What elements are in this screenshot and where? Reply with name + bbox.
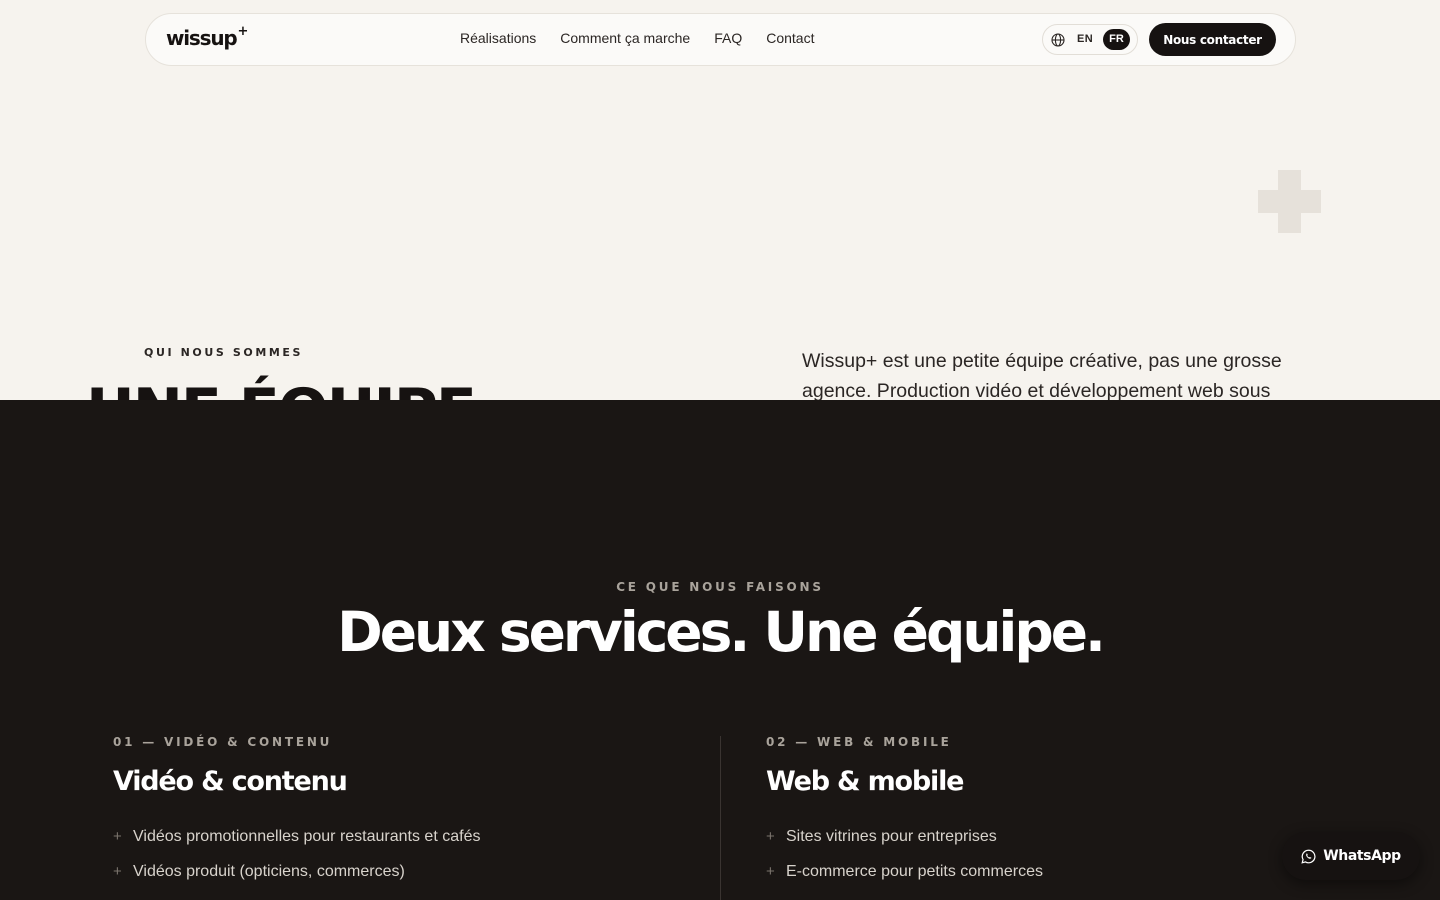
- nav-links: Réalisations Comment ça marche FAQ Conta…: [460, 30, 838, 46]
- services-title: Deux services. Une équipe.: [337, 600, 1106, 664]
- list-item: + Sites vitrines pour entreprises: [766, 819, 1326, 854]
- logo[interactable]: wissup+: [166, 24, 249, 50]
- about-eyebrow: QUI NOUS SOMMES: [144, 346, 304, 359]
- navbar: wissup+ Réalisations Comment ça marche F…: [145, 13, 1296, 66]
- services-section: CE QUE NOUS FAISONS Deux services. Une é…: [0, 400, 1440, 900]
- service-video-list: + Vidéos promotionnelles pour restaurants…: [113, 819, 673, 889]
- list-item-text: Vidéos produit (opticiens, commerces): [133, 862, 405, 880]
- list-item: + E-commerce pour petits commerces: [766, 854, 1326, 889]
- nav-link-contact[interactable]: Contact: [766, 30, 814, 46]
- contact-us-button[interactable]: Nous contacter: [1149, 23, 1276, 56]
- service-video-title: Vidéo & contenu: [113, 766, 348, 797]
- logo-plus: +: [237, 24, 249, 40]
- list-item-text: Sites vitrines pour entreprises: [786, 827, 997, 845]
- about-title: UNE ÉQUIPE: [86, 376, 477, 400]
- service-web-title: Web & mobile: [766, 766, 964, 797]
- services-eyebrow: CE QUE NOUS FAISONS: [616, 580, 824, 594]
- whatsapp-icon: [1301, 849, 1316, 864]
- globe-icon: [1051, 33, 1065, 47]
- about-intro: Wissup+ est une petite équipe créative, …: [802, 350, 1282, 400]
- whatsapp-button[interactable]: WhatsApp: [1282, 832, 1420, 880]
- plus-icon: +: [766, 828, 775, 845]
- service-video: 01 — VIDÉO & CONTENU Vidéo & contenu + Vi…: [113, 735, 673, 889]
- list-item: + Vidéos produit (opticiens, commerces): [113, 854, 673, 889]
- list-item-text: Vidéos promotionnelles pour restaurants …: [133, 827, 481, 845]
- lang-en-option[interactable]: EN: [1077, 33, 1093, 45]
- about-section: wissup+ Réalisations Comment ça marche F…: [0, 0, 1440, 400]
- plus-icon: +: [766, 863, 775, 880]
- nav-link-comment-ca-marche[interactable]: Comment ça marche: [560, 30, 690, 46]
- nav-link-realisations[interactable]: Réalisations: [460, 30, 536, 46]
- column-divider: [720, 736, 721, 900]
- service-web-list: + Sites vitrines pour entreprises + E-comm…: [766, 819, 1326, 889]
- plus-icon: +: [113, 863, 122, 880]
- logo-text: wissup: [166, 26, 238, 50]
- service-web: 02 — WEB & MOBILE Web & mobile + Sites vi…: [766, 735, 1326, 889]
- plus-decoration-icon: [1258, 170, 1321, 233]
- nav-link-faq[interactable]: FAQ: [714, 30, 742, 46]
- list-item: + Vidéos promotionnelles pour restaurants…: [113, 819, 673, 854]
- lang-fr-option[interactable]: FR: [1103, 29, 1130, 50]
- service-web-eyebrow: 02 — WEB & MOBILE: [766, 735, 952, 749]
- list-item-text: E-commerce pour petits commerces: [786, 862, 1043, 880]
- language-switcher: EN FR: [1042, 24, 1138, 55]
- service-video-eyebrow: 01 — VIDÉO & CONTENU: [113, 735, 333, 749]
- plus-icon: +: [113, 828, 122, 845]
- whatsapp-label: WhatsApp: [1323, 848, 1401, 864]
